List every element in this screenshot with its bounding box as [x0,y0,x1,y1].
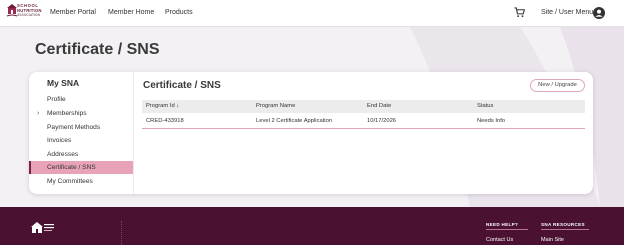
footer-need-help-underline [486,229,528,230]
cell-program-id[interactable]: CRED-433918 [146,113,184,129]
sidebar-item-my-committees[interactable]: My Committees [29,175,133,188]
cart-icon[interactable] [514,7,525,18]
footer-main-site-link[interactable]: Main Site [541,237,564,243]
sidebar-item-label: Profile [47,96,66,103]
cell-status: Needs Info [477,118,506,124]
table-row[interactable]: CRED-433918 Level 2 Certificate Applicat… [142,113,585,129]
footer-resources-underline [541,229,589,230]
sidebar-item-payment-methods[interactable]: Payment Methods [29,121,133,134]
footer-logo-icon [31,222,54,233]
sidebar-item-label: Payment Methods [47,124,101,131]
nav-member-home[interactable]: Member Home [108,9,154,16]
sidebar-item-profile[interactable]: Profile [29,93,133,106]
sidebar-item-label: My Committees [47,178,93,185]
sidebar-item-memberships[interactable]: › Memberships [29,107,133,120]
nav-products[interactable]: Products [165,9,193,16]
account-card: My SNA Profile › Memberships Payment Meth… [29,72,593,194]
cell-end-date: 10/17/2026 [367,118,397,124]
nav-member-portal[interactable]: Member Portal [50,9,96,16]
column-header-program-id[interactable]: Program Id ↓ [146,100,179,113]
chevron-right-icon[interactable]: › [37,107,39,120]
column-header-program-name[interactable]: Program Name [256,100,295,113]
cell-program-name: Level 2 Certificate Application [256,118,333,124]
sidebar-item-label: Certificate / SNS [47,164,96,171]
sna-logo[interactable]: SCHOOL NUTRITION ASSOCIATION [6,2,41,26]
sidebar-item-certificate-sns[interactable]: Certificate / SNS [29,161,133,174]
footer-contact-us-link[interactable]: Contact Us [486,237,513,243]
footer-divider [121,221,122,245]
column-header-status[interactable]: Status [477,100,493,113]
footer-resources-heading: SNA RESOURCES [541,222,585,227]
new-upgrade-button[interactable]: New / Upgrade [530,79,585,92]
sidebar-item-label: Invoices [47,137,72,144]
column-header-end-date[interactable]: End Date [367,100,391,113]
site-user-menu[interactable]: Site / User Menu [541,9,593,16]
sidebar-heading: My SNA [47,78,80,88]
logo-line-3: ASSOCIATION [17,13,40,17]
sidebar-item-label: Addresses [47,151,79,158]
page-title: Certificate / SNS [35,41,160,58]
footer: NEED HELP? Contact Us SNA RESOURCES Main… [0,207,624,245]
footer-need-help-heading: NEED HELP? [486,222,519,227]
content-title: Certificate / SNS [143,80,221,91]
sidebar: My SNA Profile › Memberships Payment Meth… [29,72,134,194]
sidebar-item-addresses[interactable]: Addresses [29,148,133,161]
sidebar-item-invoices[interactable]: Invoices [29,134,133,147]
table-header: Program Id ↓ Program Name End Date Statu… [142,100,585,113]
user-circle-icon[interactable] [593,7,605,19]
sidebar-item-label: Memberships [47,110,87,117]
top-bar: SCHOOL NUTRITION ASSOCIATION Member Port… [0,0,624,27]
certificates-table: Program Id ↓ Program Name End Date Statu… [142,100,585,129]
